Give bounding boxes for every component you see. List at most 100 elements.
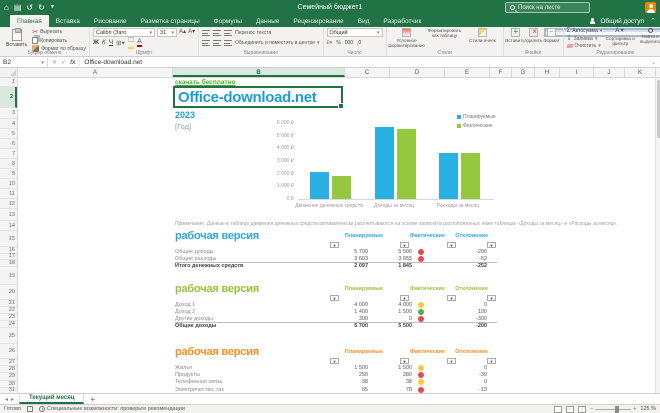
column-header-H[interactable]: H (535, 68, 560, 77)
filter-dropdown[interactable]: ▼ (447, 358, 456, 364)
column-header-K[interactable]: K (625, 68, 656, 77)
grow-font-button[interactable]: А▴ (179, 28, 186, 37)
year-caption-cell[interactable]: [Год] (175, 122, 191, 131)
column-header-D[interactable]: D (390, 68, 445, 77)
ribbon-tab-5[interactable]: Формулы (207, 15, 249, 27)
align-bottom-icon[interactable] (224, 29, 234, 36)
normal-view-button[interactable] (553, 405, 562, 413)
table-row[interactable]: Продукты 250 280 -30 (175, 372, 497, 379)
qat-customize-icon[interactable]: ▼ (50, 5, 55, 10)
paste-button[interactable]: Вставить (3, 28, 30, 49)
name-box[interactable]: B2 ▾ (0, 58, 48, 67)
fill-color-button[interactable]: 🗀 (127, 36, 135, 49)
filter-dropdown[interactable]: ▼ (447, 242, 456, 248)
row-header-27[interactable]: 27 (0, 359, 17, 367)
filter-dropdown[interactable]: ▼ (330, 358, 339, 364)
row-header-26[interactable]: 26 (0, 344, 17, 359)
ribbon-tab-1[interactable]: Главная (10, 15, 49, 27)
filter-dropdown[interactable]: ▼ (400, 295, 409, 301)
row-header-15[interactable]: 15 (0, 231, 17, 247)
column-header-E[interactable]: E (445, 68, 490, 77)
page-break-view-button[interactable] (577, 405, 586, 413)
borders-button[interactable]: ⊞▾ (116, 39, 125, 47)
autosum-button[interactable]: Σ Автосумма ▾ (567, 28, 603, 34)
select-all-corner[interactable] (0, 68, 18, 77)
zoom-level[interactable]: 125 % (640, 406, 656, 412)
currency-format-button[interactable]: ₽▾ (327, 40, 333, 46)
table-row[interactable]: Итого денежных средств 2 097 1 845 -252 (175, 262, 497, 269)
selected-cell-b2[interactable]: Office-download.net (173, 86, 344, 109)
format-as-table-button[interactable]: Форматировать как таблицу (428, 28, 660, 48)
percent-format-button[interactable]: % (336, 40, 340, 46)
add-sheet-button[interactable]: + (84, 394, 101, 404)
page-layout-view-button[interactable] (565, 405, 574, 413)
filter-dropdown[interactable]: ▼ (487, 295, 496, 301)
redo-icon[interactable]: ↻ (38, 3, 45, 12)
row-header-24[interactable]: 24 (0, 321, 17, 328)
table-row[interactable]: Доход 2 1 400 1 500 100 (175, 308, 497, 316)
row-header-10[interactable]: 10 (0, 179, 17, 189)
row-header-4[interactable]: 4 (0, 119, 17, 129)
filter-dropdown[interactable]: ▼ (330, 242, 339, 248)
merge-center-button[interactable]: Объединить и поместить в центре ▾ (235, 40, 319, 46)
home-icon[interactable]: ⌂ (4, 3, 9, 12)
zoom-out-icon[interactable]: − (590, 406, 593, 412)
row-header-23[interactable]: 23 (0, 314, 17, 321)
delete-cells-button[interactable]: Удалить (525, 28, 542, 43)
ribbon-tab-4[interactable]: Разметка страницы (134, 15, 207, 27)
column-header-C[interactable]: C (345, 68, 390, 77)
ribbon-tab-8[interactable]: Вид (351, 15, 377, 27)
collapse-ribbon-icon[interactable]: ⌃ (650, 17, 656, 25)
cancel-entry-icon[interactable]: ✕ (52, 59, 57, 66)
column-header-B[interactable]: B (173, 68, 345, 77)
column-header-F[interactable]: F (490, 68, 512, 77)
sheet-tab-current[interactable]: Текущий месяц (19, 394, 85, 404)
zoom-track[interactable] (595, 405, 632, 413)
font-color-button[interactable]: А (137, 38, 142, 47)
confirm-entry-icon[interactable]: ✓ (61, 59, 66, 66)
row-header-19[interactable]: 19 (0, 267, 17, 285)
cell-styles-button[interactable]: Стили ячеек (466, 28, 500, 48)
filter-dropdown[interactable]: ▼ (487, 358, 496, 364)
fill-button[interactable]: ↧ Заливка ▾ (567, 35, 603, 43)
bar-Фактические[interactable] (332, 175, 351, 199)
user-avatar[interactable] (645, 2, 656, 13)
zoom-slider[interactable]: − + (590, 405, 636, 413)
ribbon-tab-3[interactable]: Рисование (87, 15, 134, 27)
comma-format-button[interactable]: 000 (345, 40, 353, 46)
table-row[interactable]: Телефонная связь 38 38 0 (175, 379, 497, 386)
font-name-select[interactable]: Calibri (Заго ▾ (93, 28, 156, 37)
table-row[interactable]: Жилье 1 500 1 500 0 (175, 365, 497, 372)
bar-Планируемые[interactable] (310, 172, 329, 199)
row-header-28[interactable]: 28 (0, 366, 17, 374)
download-link[interactable]: скачать бесплатно (175, 79, 236, 86)
row-header-5[interactable]: 5 (0, 129, 17, 139)
align-right-icon[interactable] (224, 39, 234, 46)
bar-Планируемые[interactable] (375, 126, 394, 199)
ribbon-tab-2[interactable]: Вставка (49, 15, 87, 27)
insert-cells-button[interactable]: Вставить (505, 28, 525, 43)
table-row[interactable]: Другие доходы 300 0 -300 (175, 315, 497, 323)
align-center-icon[interactable] (213, 39, 223, 46)
row-header-2[interactable]: 2 (0, 87, 17, 108)
accessibility-status[interactable]: Специальные возможности: проверьте реком… (47, 406, 185, 412)
bold-button[interactable]: Ж (93, 39, 99, 46)
filter-dropdown[interactable]: ▼ (330, 295, 339, 301)
row-header-3[interactable]: 3 (0, 108, 17, 119)
italic-button[interactable]: К (102, 39, 106, 46)
search-input[interactable]: Поиск на листе (505, 2, 590, 13)
expand-formula-bar-icon[interactable]: ⌄ (651, 59, 660, 66)
format-cells-button[interactable]: Формат (543, 28, 560, 43)
column-header-A[interactable]: A (18, 68, 173, 77)
macro-record-icon[interactable] (26, 406, 33, 412)
wrap-text-button[interactable]: Перенос текста (235, 30, 271, 36)
column-header-J[interactable]: J (594, 68, 625, 77)
share-button[interactable]: Общий доступ (590, 15, 644, 27)
bar-Планируемые[interactable] (439, 153, 458, 199)
cut-button[interactable]: ✂ Вырезать (32, 28, 86, 36)
filter-dropdown[interactable]: ▼ (487, 242, 496, 248)
clear-button[interactable]: Очистить ▾ (565, 43, 603, 49)
sort-filter-button[interactable]: А▼ Сортировка и фильтр (604, 28, 636, 46)
copy-button[interactable]: Копировать (32, 37, 86, 44)
align-left-icon[interactable] (202, 39, 212, 46)
